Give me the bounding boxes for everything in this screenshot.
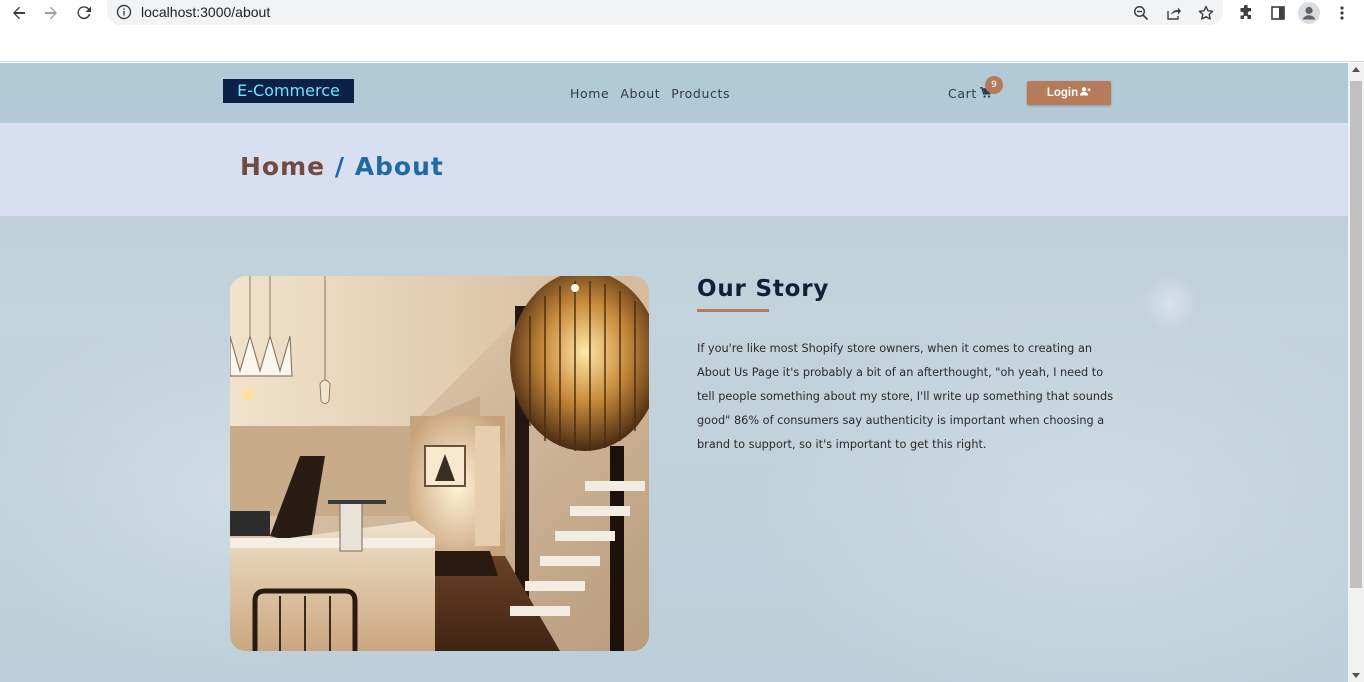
scroll-thumb[interactable]	[1350, 81, 1362, 588]
menu-icon[interactable]	[1331, 2, 1353, 24]
share-icon[interactable]	[1164, 3, 1184, 23]
cart-label: Cart	[948, 86, 977, 101]
login-label: Login	[1046, 87, 1079, 99]
info-icon[interactable]	[116, 4, 132, 20]
story-image	[230, 276, 649, 651]
breadcrumb: Home / About	[240, 152, 444, 181]
story-title: Our Story	[697, 276, 830, 302]
user-plus-icon	[1080, 87, 1091, 99]
breadcrumb-current: About	[354, 152, 444, 181]
nav-link-products[interactable]: Products	[671, 86, 730, 101]
zoom-out-icon[interactable]	[1131, 3, 1151, 23]
reload-icon[interactable]	[73, 2, 95, 24]
story-paragraph: If you're like most Shopify store owners…	[697, 342, 1114, 451]
nav-link-home[interactable]: Home	[570, 86, 609, 101]
extensions-icon[interactable]	[1235, 2, 1257, 24]
back-arrow-icon[interactable]	[8, 2, 30, 24]
profile-icon[interactable]	[1298, 2, 1320, 24]
page-viewport: E-Commerce Home About Products Cart 9 Lo…	[0, 63, 1348, 682]
breadcrumb-band: Home / About	[0, 123, 1348, 216]
browser-toolbar: localhost:3000/about	[0, 0, 1364, 26]
cart-count-badge: 9	[985, 76, 1003, 94]
scroll-up-arrow-icon[interactable]	[1352, 67, 1360, 72]
breadcrumb-home[interactable]: Home	[240, 152, 325, 181]
site-header: E-Commerce Home About Products Cart 9 Lo…	[0, 63, 1348, 123]
main-nav: Home About Products	[570, 86, 730, 101]
browser-infobar-space	[0, 26, 1364, 62]
login-button[interactable]: Login	[1027, 81, 1111, 105]
star-icon[interactable]	[1196, 3, 1216, 23]
breadcrumb-separator: /	[334, 152, 345, 181]
forward-arrow-icon[interactable]	[40, 2, 62, 24]
url-text[interactable]: localhost:3000/about	[141, 4, 270, 20]
page-scrollbar[interactable]	[1348, 63, 1364, 682]
nav-link-about[interactable]: About	[620, 86, 660, 101]
address-bar[interactable]: localhost:3000/about	[107, 0, 1223, 25]
scroll-down-arrow-icon[interactable]	[1352, 673, 1360, 678]
site-logo[interactable]: E-Commerce	[223, 79, 354, 103]
title-underline	[697, 309, 769, 312]
side-panel-icon[interactable]	[1267, 2, 1289, 24]
